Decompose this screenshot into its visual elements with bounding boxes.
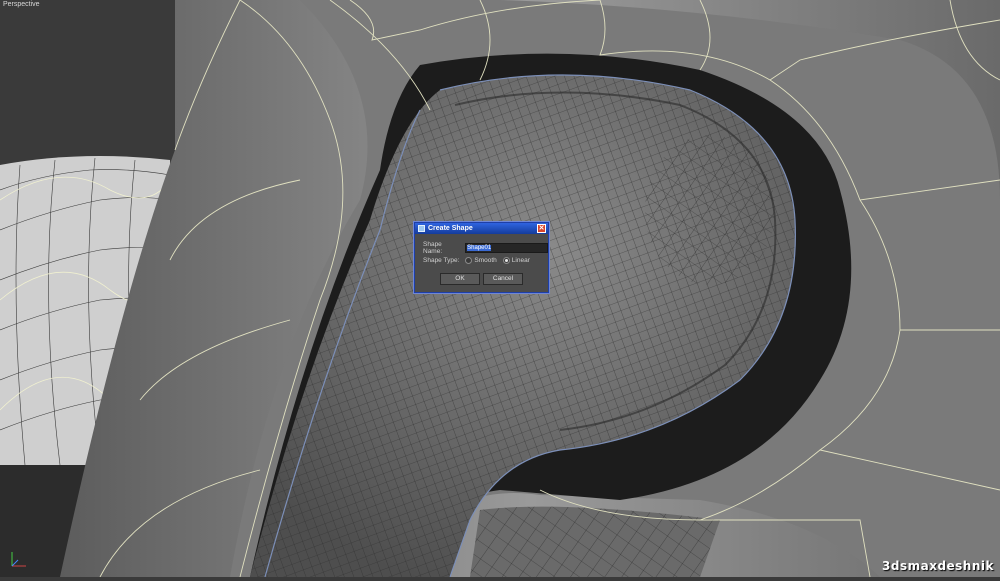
close-icon[interactable]: ✕ [537, 224, 546, 233]
shape-name-row: Shape Name: Shape01 [423, 241, 548, 255]
smooth-label: Smooth [474, 257, 497, 264]
shape-type-label: Shape Type: [423, 257, 460, 264]
create-shape-dialog[interactable]: Create Shape ✕ Shape Name: Shape01 Shape… [414, 222, 549, 293]
ok-button[interactable]: OK [440, 273, 480, 285]
linear-radio[interactable] [502, 257, 510, 264]
watermark: 3dsmaxdeshnik [882, 559, 994, 573]
smooth-radio[interactable] [465, 257, 473, 264]
shape-name-label: Shape Name: [423, 241, 443, 255]
linear-label: Linear [511, 257, 530, 264]
dialog-title: Create Shape [428, 225, 473, 232]
viewport-label[interactable]: Perspective [3, 1, 40, 8]
axis-gizmo-icon [11, 552, 26, 567]
dialog-title-bar[interactable]: Create Shape ✕ [415, 223, 548, 234]
shape-name-value: Shape01 [467, 245, 492, 251]
perspective-viewport[interactable]: Perspective Create Shape ✕ Shape Name: S… [0, 0, 1000, 578]
cancel-button[interactable]: Cancel [483, 273, 523, 285]
shape-name-input[interactable]: Shape01 [465, 243, 548, 253]
shape-type-row: Shape Type: Smooth Linear [423, 257, 530, 264]
app-icon [418, 225, 425, 232]
